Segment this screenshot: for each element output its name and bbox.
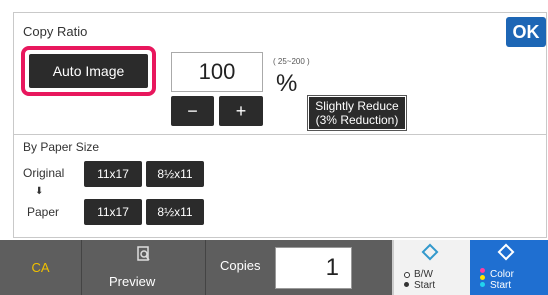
original-8half-x11-button[interactable]: 8½x11 xyxy=(146,161,204,187)
paper-8half-x11-button[interactable]: 8½x11 xyxy=(146,199,204,225)
by-paper-size-heading: By Paper Size xyxy=(23,140,100,154)
auto-image-button[interactable]: Auto Image xyxy=(29,54,148,88)
start-label: Start xyxy=(490,280,512,291)
increase-button[interactable]: + xyxy=(219,96,263,126)
decrease-button[interactable]: − xyxy=(171,96,214,126)
cyan-dot-icon xyxy=(480,282,485,287)
section-divider xyxy=(13,134,547,135)
copies-label: Copies xyxy=(220,258,261,273)
bw-dot-icon xyxy=(404,272,410,278)
panel-title: Copy Ratio xyxy=(23,24,88,39)
arrow-down-icon: ⬇ xyxy=(35,186,44,197)
original-11x17-button[interactable]: 11x17 xyxy=(84,161,142,187)
start-diamond-icon xyxy=(421,243,439,261)
slightly-reduce-sublabel: (3% Reduction) xyxy=(315,113,399,127)
ratio-range-text: ( 25~200 ) xyxy=(273,57,310,66)
copies-input[interactable]: 1 xyxy=(275,247,352,289)
ca-button[interactable]: CA xyxy=(0,240,82,295)
paper-11x17-button[interactable]: 11x17 xyxy=(84,199,142,225)
color-start-button[interactable]: Color Start xyxy=(470,240,548,295)
bw-dot-icon xyxy=(404,282,409,287)
bw-label: B/W xyxy=(414,269,433,280)
original-label: Original xyxy=(23,166,65,180)
preview-label: Preview xyxy=(109,274,156,289)
color-label: Color xyxy=(490,269,514,280)
paper-label: Paper xyxy=(27,205,60,219)
start-label: Start xyxy=(414,280,436,291)
preview-icon xyxy=(137,246,151,265)
bw-start-button[interactable]: B/W Start xyxy=(392,240,470,295)
ratio-input[interactable]: 100 xyxy=(171,52,263,92)
ok-button[interactable]: OK xyxy=(506,17,546,47)
yellow-dot-icon xyxy=(480,275,485,280)
slightly-reduce-label: Slightly Reduce xyxy=(315,99,399,113)
percent-unit: % xyxy=(276,70,298,97)
preview-button[interactable]: Preview xyxy=(82,240,206,295)
slightly-reduce-button[interactable]: Slightly Reduce (3% Reduction) xyxy=(307,95,407,131)
magenta-dot-icon xyxy=(480,268,485,273)
start-diamond-icon xyxy=(497,243,515,261)
